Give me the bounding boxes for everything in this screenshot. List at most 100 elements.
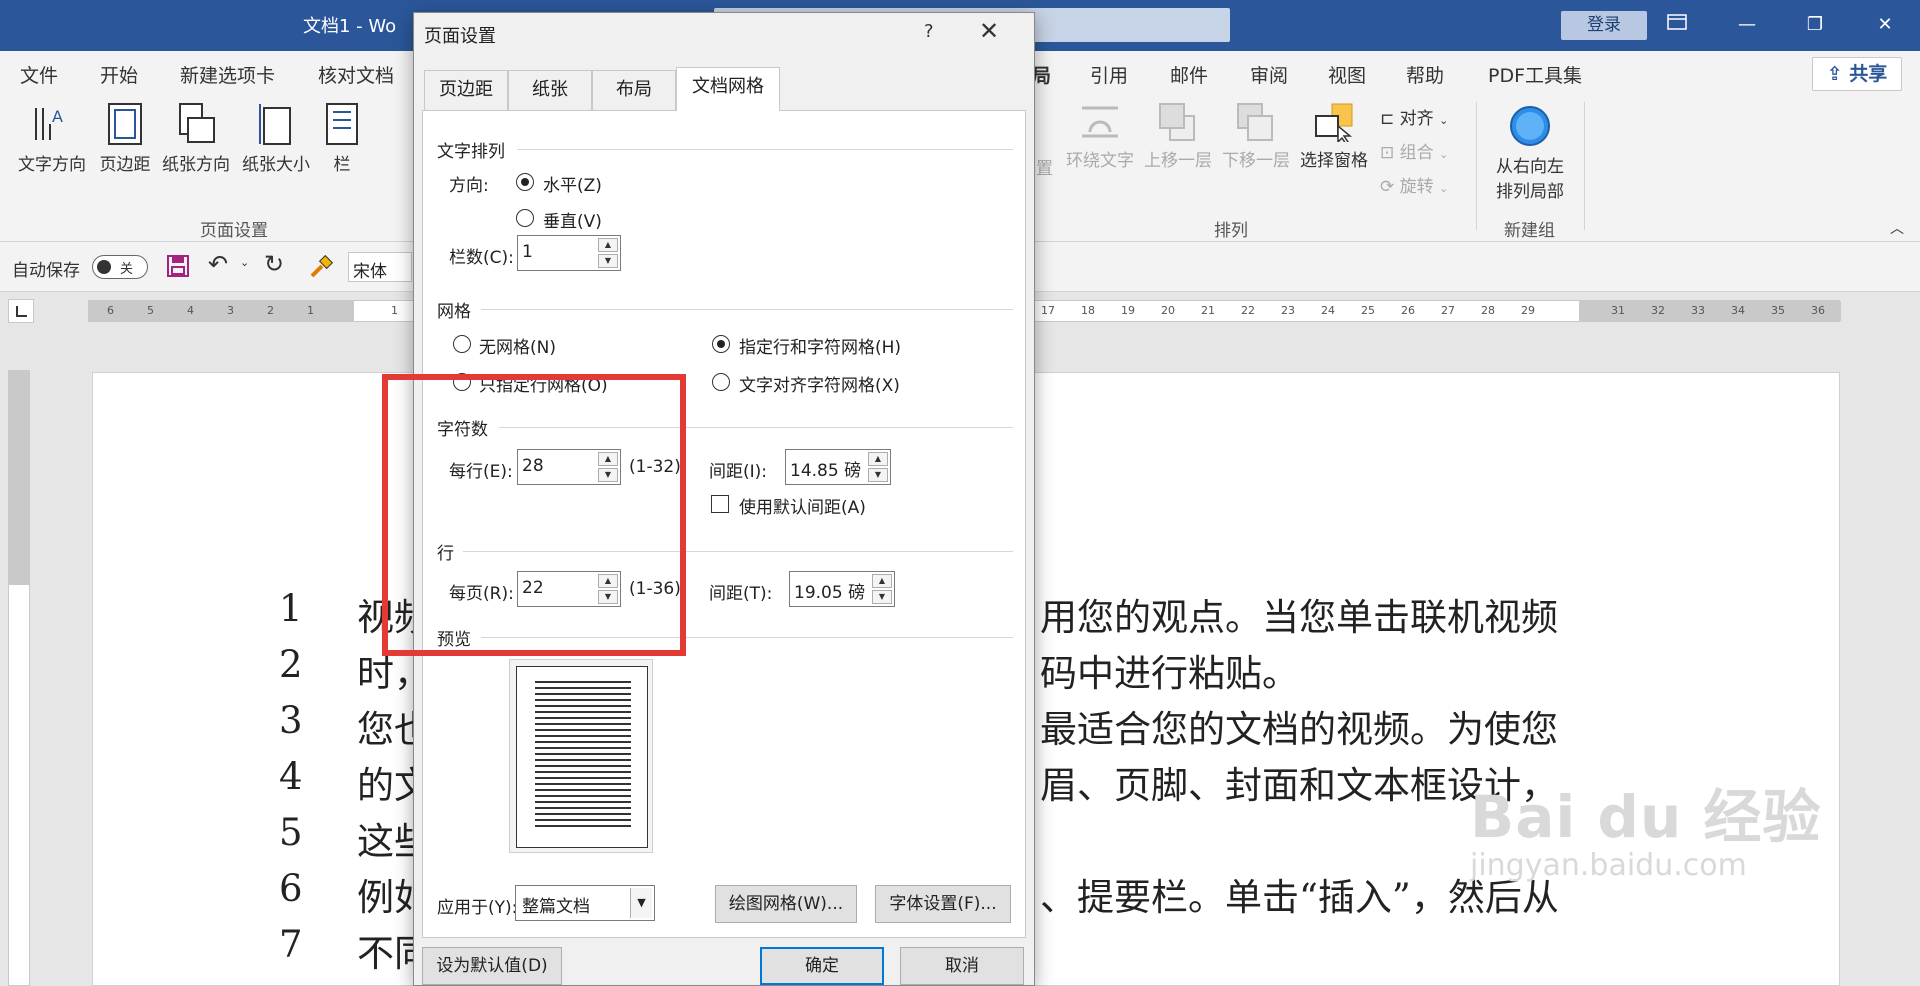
ruler-number: 5 xyxy=(147,304,154,317)
spin-down-icon[interactable]: ▼ xyxy=(872,590,892,604)
drawing-grid-button[interactable]: 绘图网格(W)... xyxy=(715,885,857,923)
ruler-number: 19 xyxy=(1121,304,1135,317)
ruler-number: 20 xyxy=(1161,304,1175,317)
close-window-icon[interactable]: ✕ xyxy=(1860,8,1910,42)
line-number: 6 xyxy=(279,867,303,910)
size-button[interactable]: 纸张大小 xyxy=(236,102,316,175)
text-direction-button[interactable]: A 文字方向 xyxy=(12,102,92,175)
ruler-left-margin xyxy=(89,301,354,321)
tab-mailings[interactable]: 邮件 xyxy=(1170,61,1208,88)
align-button[interactable]: ⊏ 对齐 ⌄ xyxy=(1380,104,1448,129)
set-default-button[interactable]: 设为默认值(D) xyxy=(422,947,562,985)
spin-up-icon[interactable]: ▲ xyxy=(872,574,892,588)
tab-new[interactable]: 新建选项卡 xyxy=(180,61,275,88)
ruler-number: 24 xyxy=(1321,304,1335,317)
text-layout-section-title: 文字排列 xyxy=(437,142,505,162)
default-pitch-label: 使用默认间距(A) xyxy=(739,498,866,518)
send-backward-button[interactable]: 下移一层 xyxy=(1218,102,1294,171)
margins-button[interactable]: 页边距 xyxy=(94,102,156,175)
tab-paper[interactable]: 纸张 xyxy=(508,70,592,110)
columns-button[interactable]: 栏 xyxy=(322,102,362,175)
no-grid-radio[interactable] xyxy=(453,335,471,353)
group-button[interactable]: ⊡ 组合 ⌄ xyxy=(1380,138,1448,163)
text-direction-label: 文字方向 xyxy=(18,155,86,175)
apply-to-select[interactable]: 整篇文档 ▼ xyxy=(515,885,655,921)
vertical-radio[interactable] xyxy=(516,209,534,227)
cancel-button[interactable]: 取消 xyxy=(900,947,1024,985)
tab-view[interactable]: 视图 xyxy=(1328,61,1366,88)
tab-document-grid[interactable]: 文档网格 xyxy=(676,67,780,111)
rotate-label: 旋转 xyxy=(1399,177,1434,197)
line-number: 4 xyxy=(279,755,303,798)
spin-up-icon[interactable]: ▲ xyxy=(598,238,618,252)
save-icon[interactable] xyxy=(166,254,190,278)
highlight-box xyxy=(382,374,686,656)
autosave-state: 关 xyxy=(120,262,134,277)
format-painter-icon[interactable] xyxy=(308,254,334,280)
tab-margins[interactable]: 页边距 xyxy=(424,70,508,110)
default-pitch-checkbox[interactable] xyxy=(711,495,729,513)
minimize-icon[interactable]: — xyxy=(1722,8,1772,42)
ok-button[interactable]: 确定 xyxy=(760,947,884,985)
align-label: 对齐 xyxy=(1399,109,1434,129)
share-button[interactable]: ⇪ 共享 xyxy=(1812,57,1902,91)
tab-help[interactable]: 帮助 xyxy=(1406,61,1444,88)
ruler-number: 1 xyxy=(391,304,398,317)
ruler-number: 6 xyxy=(107,304,114,317)
direction-label: 方向: xyxy=(449,176,489,196)
ruler-number: 17 xyxy=(1041,304,1055,317)
group-icon: ⊡ xyxy=(1380,143,1395,163)
line-number: 1 xyxy=(279,587,303,630)
vertical-ruler[interactable] xyxy=(8,370,30,986)
selection-pane-button[interactable]: 选择窗格 xyxy=(1296,102,1372,171)
autosave-toggle[interactable]: 关 xyxy=(92,255,148,279)
columns-icon xyxy=(326,103,358,145)
line-pitch-value: 19.05 磅 xyxy=(794,583,866,603)
line-pitch-spinner[interactable]: 19.05 磅 ▲ ▼ xyxy=(789,571,895,607)
tab-file[interactable]: 文件 xyxy=(20,61,58,88)
maximize-icon[interactable]: ❐ xyxy=(1790,8,1840,42)
spin-up-icon[interactable]: ▲ xyxy=(868,452,888,466)
close-icon[interactable]: ✕ xyxy=(979,17,999,45)
ruler-number: 3 xyxy=(227,304,234,317)
char-pitch-value: 14.85 磅 xyxy=(790,461,862,481)
help-icon[interactable]: ? xyxy=(924,21,934,42)
ruler-number: 34 xyxy=(1731,304,1745,317)
snap-to-char-radio[interactable] xyxy=(712,373,730,391)
bring-forward-button[interactable]: 上移一层 xyxy=(1140,102,1216,171)
undo-dropdown-icon[interactable]: ⌄ xyxy=(240,256,249,269)
tab-selector[interactable] xyxy=(8,299,34,323)
orientation-button[interactable]: 纸张方向 xyxy=(156,102,236,175)
char-pitch-spinner[interactable]: 14.85 磅 ▲ ▼ xyxy=(785,449,891,485)
spin-down-icon[interactable]: ▼ xyxy=(598,254,618,268)
collapse-ribbon-icon[interactable]: ︿ xyxy=(1890,218,1904,238)
font-settings-button[interactable]: 字体设置(F)... xyxy=(875,885,1011,923)
font-name-box[interactable]: 宋体 xyxy=(348,252,412,282)
login-button[interactable]: 登录 xyxy=(1561,11,1647,40)
chevron-down-icon: ⌄ xyxy=(1439,114,1449,127)
wrap-text-button[interactable]: 环绕文字 xyxy=(1062,102,1138,171)
line-number: 2 xyxy=(279,643,303,686)
tab-pdf[interactable]: PDF工具集 xyxy=(1488,61,1582,88)
columns-count-spinner[interactable]: 1 ▲ ▼ xyxy=(517,235,621,271)
tab-review[interactable]: 审阅 xyxy=(1250,61,1288,88)
rtl-arrange-button[interactable]: 从右向左 排列局部 xyxy=(1486,104,1574,202)
tab-proof[interactable]: 核对文档 xyxy=(318,61,394,88)
tab-references[interactable]: 引用 xyxy=(1090,61,1128,88)
line-char-grid-radio[interactable] xyxy=(712,335,730,353)
tab-layout[interactable]: 布局 xyxy=(592,70,676,110)
line-text: 用您的观点。当您单击联机视频 xyxy=(1040,596,1558,639)
text-direction-icon: A xyxy=(35,107,63,140)
size-label: 纸张大小 xyxy=(242,155,310,175)
tab-home[interactable]: 开始 xyxy=(100,61,138,88)
undo-icon[interactable]: ↶ xyxy=(208,250,228,278)
spin-down-icon[interactable]: ▼ xyxy=(868,468,888,482)
bring-forward-icon xyxy=(1159,103,1195,141)
horizontal-radio[interactable] xyxy=(516,173,534,191)
line-char-grid-label: 指定行和字符网格(H) xyxy=(739,338,902,358)
ruler-number: 21 xyxy=(1201,304,1215,317)
rotate-button[interactable]: ⟳ 旋转 ⌄ xyxy=(1380,172,1448,197)
ribbon-display-icon[interactable] xyxy=(1652,8,1702,42)
redo-icon[interactable]: ↻ xyxy=(264,250,284,278)
ruler-number: 31 xyxy=(1611,304,1625,317)
